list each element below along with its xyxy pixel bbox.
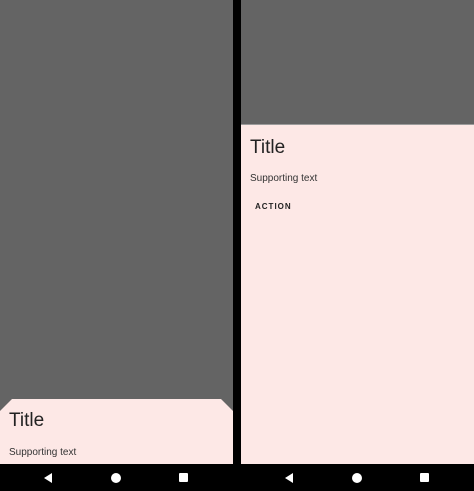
right-navigation-bar: [241, 464, 474, 491]
bottom-sheet-expanded[interactable]: Title Supporting text ACTION: [241, 124, 474, 464]
recents-icon[interactable]: [176, 470, 192, 486]
right-phone-screen: Title Supporting text ACTION: [241, 0, 474, 464]
sheet-title: Title: [9, 410, 45, 431]
back-icon[interactable]: [41, 470, 57, 486]
left-phone-screen: Title Supporting text: [0, 0, 233, 464]
action-button[interactable]: ACTION: [255, 202, 292, 211]
back-icon[interactable]: [282, 470, 298, 486]
home-icon[interactable]: [349, 470, 365, 486]
sheet-supporting-text: Supporting text: [9, 447, 77, 458]
home-icon[interactable]: [108, 470, 124, 486]
recents-icon[interactable]: [417, 470, 433, 486]
sheet-supporting-text: Supporting text: [250, 173, 318, 184]
sheet-title: Title: [250, 137, 286, 158]
left-navigation-bar: [0, 464, 233, 491]
bottom-sheet-collapsed[interactable]: Title Supporting text: [0, 399, 233, 464]
